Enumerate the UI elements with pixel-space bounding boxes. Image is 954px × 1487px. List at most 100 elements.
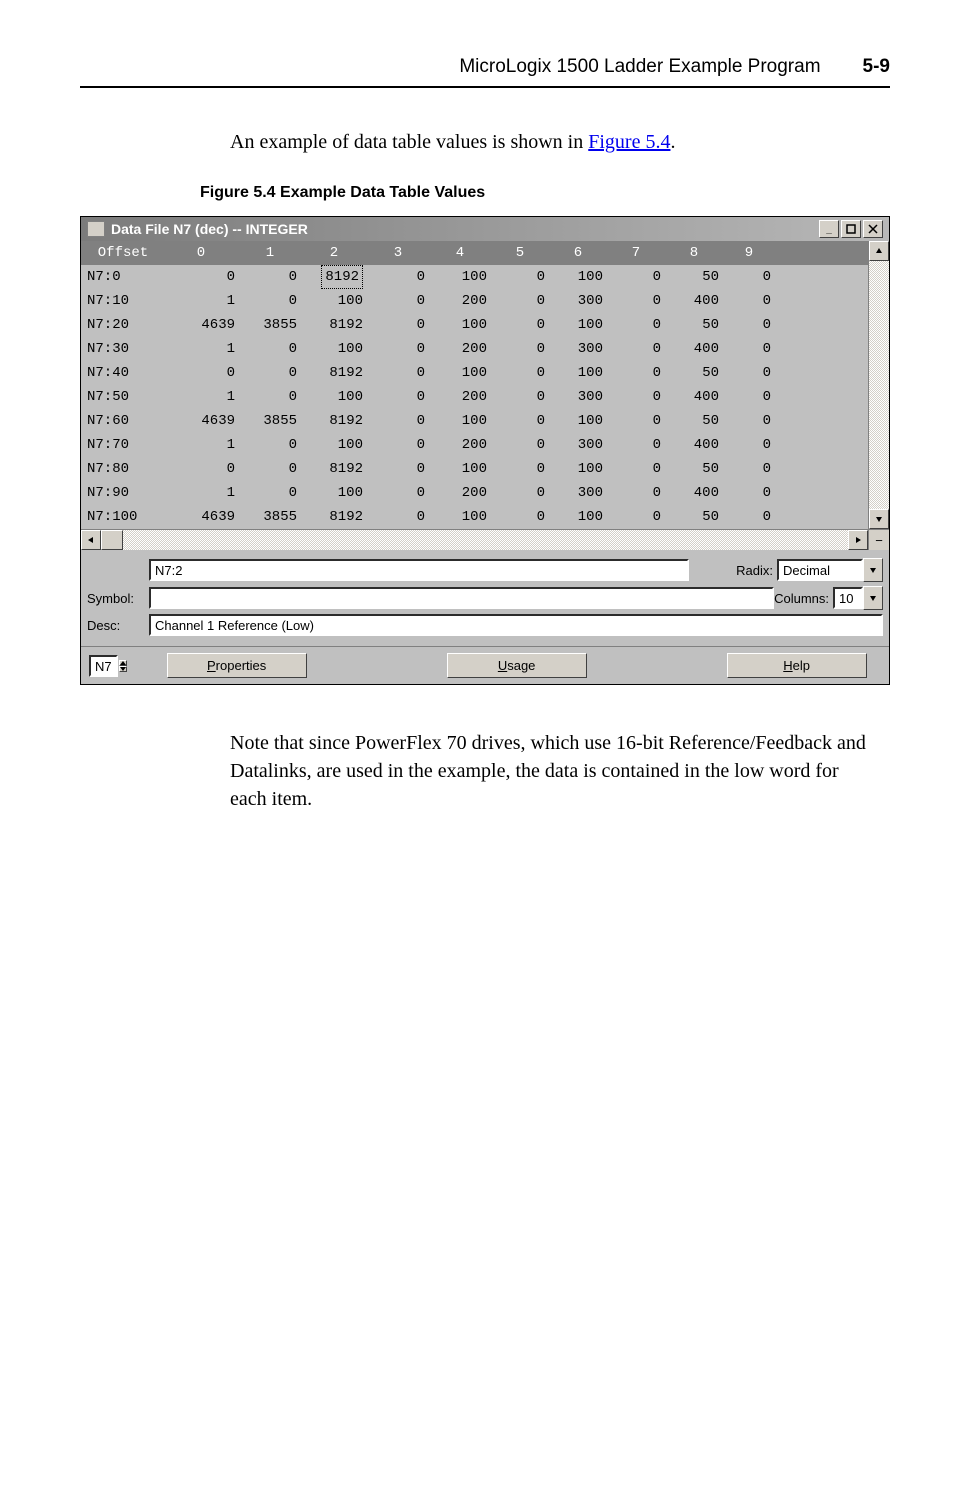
table-cell[interactable]: 0 [491, 433, 549, 457]
table-cell[interactable]: N7:10 [81, 289, 163, 313]
table-row[interactable]: N7:80008192010001000500 [81, 457, 868, 481]
table-cell[interactable]: 200 [429, 481, 491, 505]
spin-down-icon[interactable] [119, 666, 127, 672]
table-cell[interactable]: 400 [665, 337, 723, 361]
table-cell[interactable]: 50 [665, 505, 723, 529]
table-cell[interactable]: 100 [549, 313, 607, 337]
table-cell[interactable]: N7:60 [81, 409, 163, 433]
figure-link[interactable]: Figure 5.4 [588, 131, 670, 153]
table-row[interactable]: N7:0008192010001000500 [81, 265, 868, 289]
vertical-scrollbar[interactable] [868, 241, 889, 529]
table-cell[interactable]: 0 [723, 313, 785, 337]
table-cell[interactable]: 0 [723, 385, 785, 409]
usage-button[interactable]: Usage [447, 653, 587, 678]
symbol-input[interactable] [149, 587, 774, 609]
table-cell[interactable]: 0 [491, 313, 549, 337]
table-cell[interactable]: 100 [549, 457, 607, 481]
table-cell[interactable]: 0 [163, 265, 239, 289]
table-cell[interactable]: 50 [665, 265, 723, 289]
table-cell[interactable]: 0 [491, 361, 549, 385]
scroll-track[interactable] [869, 261, 889, 509]
table-cell[interactable]: 0 [367, 457, 429, 481]
properties-button[interactable]: Properties [167, 653, 307, 678]
table-cell[interactable]: N7:0 [81, 265, 163, 289]
table-cell[interactable]: 0 [723, 457, 785, 481]
table-cell[interactable]: 0 [607, 385, 665, 409]
minimize-button[interactable]: _ [819, 220, 839, 238]
table-cell[interactable]: 0 [367, 313, 429, 337]
table-cell[interactable]: 0 [491, 481, 549, 505]
table-cell[interactable]: 100 [429, 457, 491, 481]
table-cell[interactable]: 0 [723, 433, 785, 457]
table-cell[interactable]: 0 [491, 289, 549, 313]
table-cell[interactable]: 100 [429, 361, 491, 385]
table-cell[interactable]: 0 [607, 361, 665, 385]
table-cell[interactable]: 100 [429, 505, 491, 529]
table-cell[interactable]: N7:30 [81, 337, 163, 361]
table-cell[interactable]: 0 [723, 361, 785, 385]
table-cell[interactable]: 0 [607, 481, 665, 505]
scroll-down-icon[interactable] [869, 509, 889, 529]
table-row[interactable]: N7:50101000200030004000 [81, 385, 868, 409]
table-cell[interactable]: 200 [429, 385, 491, 409]
table-cell[interactable]: 100 [429, 265, 491, 289]
table-cell[interactable]: 100 [429, 313, 491, 337]
table-cell[interactable]: 400 [665, 385, 723, 409]
table-cell[interactable]: N7:80 [81, 457, 163, 481]
radix-select[interactable]: Decimal [777, 559, 863, 581]
table-cell[interactable]: 100 [301, 337, 367, 361]
table-cell[interactable]: N7:100 [81, 505, 163, 529]
address-input[interactable]: N7:2 [149, 559, 689, 581]
table-cell[interactable]: 0 [723, 289, 785, 313]
table-cell[interactable]: 4639 [163, 409, 239, 433]
table-cell[interactable]: 0 [607, 265, 665, 289]
table-cell[interactable]: 100 [429, 409, 491, 433]
table-cell[interactable]: 8192 [301, 361, 367, 385]
table-cell[interactable]: 0 [239, 337, 301, 361]
table-row[interactable]: N7:100463938558192010001000500 [81, 505, 868, 529]
table-row[interactable]: N7:10101000200030004000 [81, 289, 868, 313]
table-cell[interactable]: 1 [163, 481, 239, 505]
table-cell[interactable]: 0 [723, 337, 785, 361]
table-cell[interactable]: 0 [367, 265, 429, 289]
table-cell[interactable]: N7:40 [81, 361, 163, 385]
table-cell[interactable]: 400 [665, 481, 723, 505]
table-cell[interactable]: 0 [163, 457, 239, 481]
table-cell[interactable]: 0 [239, 361, 301, 385]
table-cell[interactable]: 8192 [301, 409, 367, 433]
table-cell[interactable]: 100 [549, 265, 607, 289]
table-cell[interactable]: 0 [367, 289, 429, 313]
table-cell[interactable]: 100 [301, 385, 367, 409]
table-cell[interactable]: 0 [239, 265, 301, 289]
table-cell[interactable]: 0 [723, 481, 785, 505]
table-cell[interactable]: 400 [665, 433, 723, 457]
maximize-button[interactable] [841, 220, 861, 238]
table-cell[interactable]: 200 [429, 433, 491, 457]
table-cell[interactable]: 0 [491, 265, 549, 289]
table-cell[interactable]: 8192 [301, 457, 367, 481]
table-cell[interactable]: 50 [665, 361, 723, 385]
table-cell[interactable]: 100 [549, 409, 607, 433]
table-cell[interactable]: 0 [239, 289, 301, 313]
table-cell[interactable]: 0 [367, 409, 429, 433]
dropdown-icon[interactable] [863, 558, 883, 582]
table-cell[interactable]: 100 [301, 433, 367, 457]
table-row[interactable]: N7:60463938558192010001000500 [81, 409, 868, 433]
table-cell[interactable]: 0 [607, 457, 665, 481]
table-cell[interactable]: 0 [607, 409, 665, 433]
table-cell[interactable]: 300 [549, 337, 607, 361]
table-cell[interactable]: 0 [367, 481, 429, 505]
window-titlebar[interactable]: Data File N7 (dec) -- INTEGER _ [81, 217, 889, 241]
table-cell[interactable]: 8192 [301, 265, 367, 289]
table-cell[interactable]: 300 [549, 385, 607, 409]
table-cell[interactable]: 4639 [163, 313, 239, 337]
table-cell[interactable]: 0 [491, 457, 549, 481]
table-cell[interactable]: 0 [491, 337, 549, 361]
table-cell[interactable]: 0 [491, 505, 549, 529]
table-cell[interactable]: 0 [491, 409, 549, 433]
data-table[interactable]: Offset 0 1 2 3 4 5 6 7 8 9 N7:0008192010… [81, 241, 868, 529]
table-cell[interactable]: 1 [163, 433, 239, 457]
table-cell[interactable]: 0 [367, 385, 429, 409]
table-cell[interactable]: 100 [301, 289, 367, 313]
table-cell[interactable]: 0 [163, 361, 239, 385]
